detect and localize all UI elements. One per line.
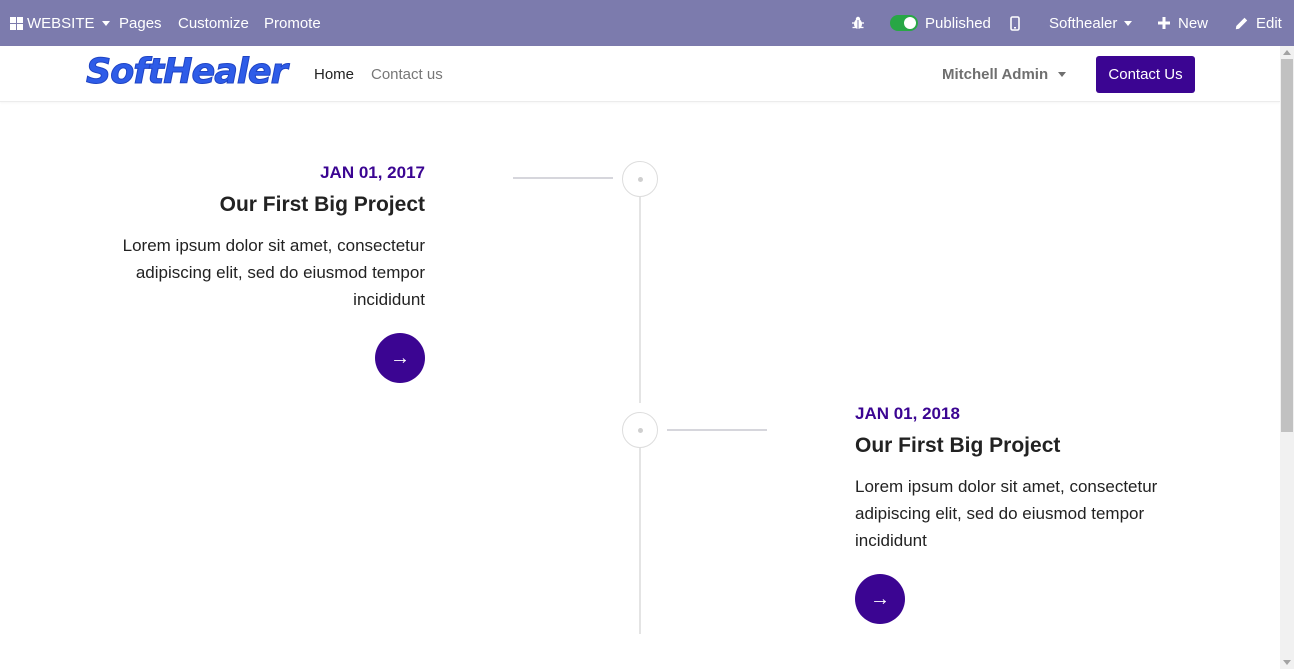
contact-us-button[interactable]: Contact Us xyxy=(1096,56,1195,93)
chevron-down-icon xyxy=(1058,71,1067,77)
bug-icon xyxy=(852,16,864,29)
website-menu-label: WEBSITE xyxy=(27,14,95,32)
customize-menu[interactable]: Customize xyxy=(178,0,249,46)
company-switcher[interactable]: Softhealer xyxy=(1049,0,1133,46)
debug-button[interactable] xyxy=(851,0,865,46)
promote-menu[interactable]: Promote xyxy=(264,0,321,46)
edit-button[interactable]: Edit xyxy=(1235,0,1282,46)
timeline-date: JAN 01, 2018 xyxy=(855,404,960,423)
scroll-down-arrow-icon[interactable] xyxy=(1283,660,1291,665)
chevron-down-icon xyxy=(101,20,110,26)
scroll-thumb[interactable] xyxy=(1281,59,1293,432)
timeline-read-more-button[interactable]: → xyxy=(375,333,425,383)
nav-home-link[interactable]: Home xyxy=(314,46,354,102)
user-menu[interactable]: Mitchell Admin xyxy=(942,46,1067,102)
pages-menu[interactable]: Pages xyxy=(119,0,162,46)
timeline-read-more-button[interactable]: → xyxy=(855,574,905,624)
timeline-node xyxy=(622,412,658,448)
timeline-connector xyxy=(513,177,613,179)
new-label: New xyxy=(1178,14,1209,32)
nav-contact-link[interactable]: Contact us xyxy=(371,46,443,102)
timeline-text: Lorem ipsum dolor sit amet, consectetur … xyxy=(855,477,1158,550)
toggle-switch-icon xyxy=(890,15,918,31)
timeline-text: Lorem ipsum dolor sit amet, consectetur … xyxy=(122,236,425,309)
apps-grid-icon xyxy=(10,16,23,30)
site-navbar: SoftHealer Home Contact us Mitchell Admi… xyxy=(0,46,1280,102)
published-toggle[interactable]: Published xyxy=(890,0,991,46)
site-logo[interactable]: SoftHealer xyxy=(86,52,289,93)
website-app-menu[interactable]: WEBSITE xyxy=(10,0,110,46)
arrow-right-icon: → xyxy=(390,346,410,369)
timeline-date: JAN 01, 2017 xyxy=(320,163,425,182)
mobile-preview-button[interactable] xyxy=(1010,0,1020,46)
timeline-line xyxy=(639,448,641,634)
new-button[interactable]: New xyxy=(1158,0,1208,46)
published-label: Published xyxy=(925,14,991,32)
admin-bar: WEBSITE Pages Customize Promote Publishe… xyxy=(0,0,1294,46)
pencil-icon xyxy=(1235,17,1248,29)
user-name: Mitchell Admin xyxy=(942,65,1049,83)
company-label: Softhealer xyxy=(1049,14,1118,32)
timeline-title: Our First Big Project xyxy=(855,434,1061,457)
edit-label: Edit xyxy=(1256,14,1282,32)
timeline-connector xyxy=(667,429,767,431)
mobile-icon xyxy=(1010,15,1020,31)
chevron-down-icon xyxy=(1124,20,1133,26)
timeline-title: Our First Big Project xyxy=(219,193,425,216)
timeline-node xyxy=(622,161,658,197)
arrow-right-icon: → xyxy=(870,587,890,610)
scroll-up-arrow-icon[interactable] xyxy=(1283,50,1291,55)
timeline-line xyxy=(639,197,641,403)
plus-icon xyxy=(1158,17,1170,29)
page-scrollbar[interactable] xyxy=(1280,46,1294,669)
